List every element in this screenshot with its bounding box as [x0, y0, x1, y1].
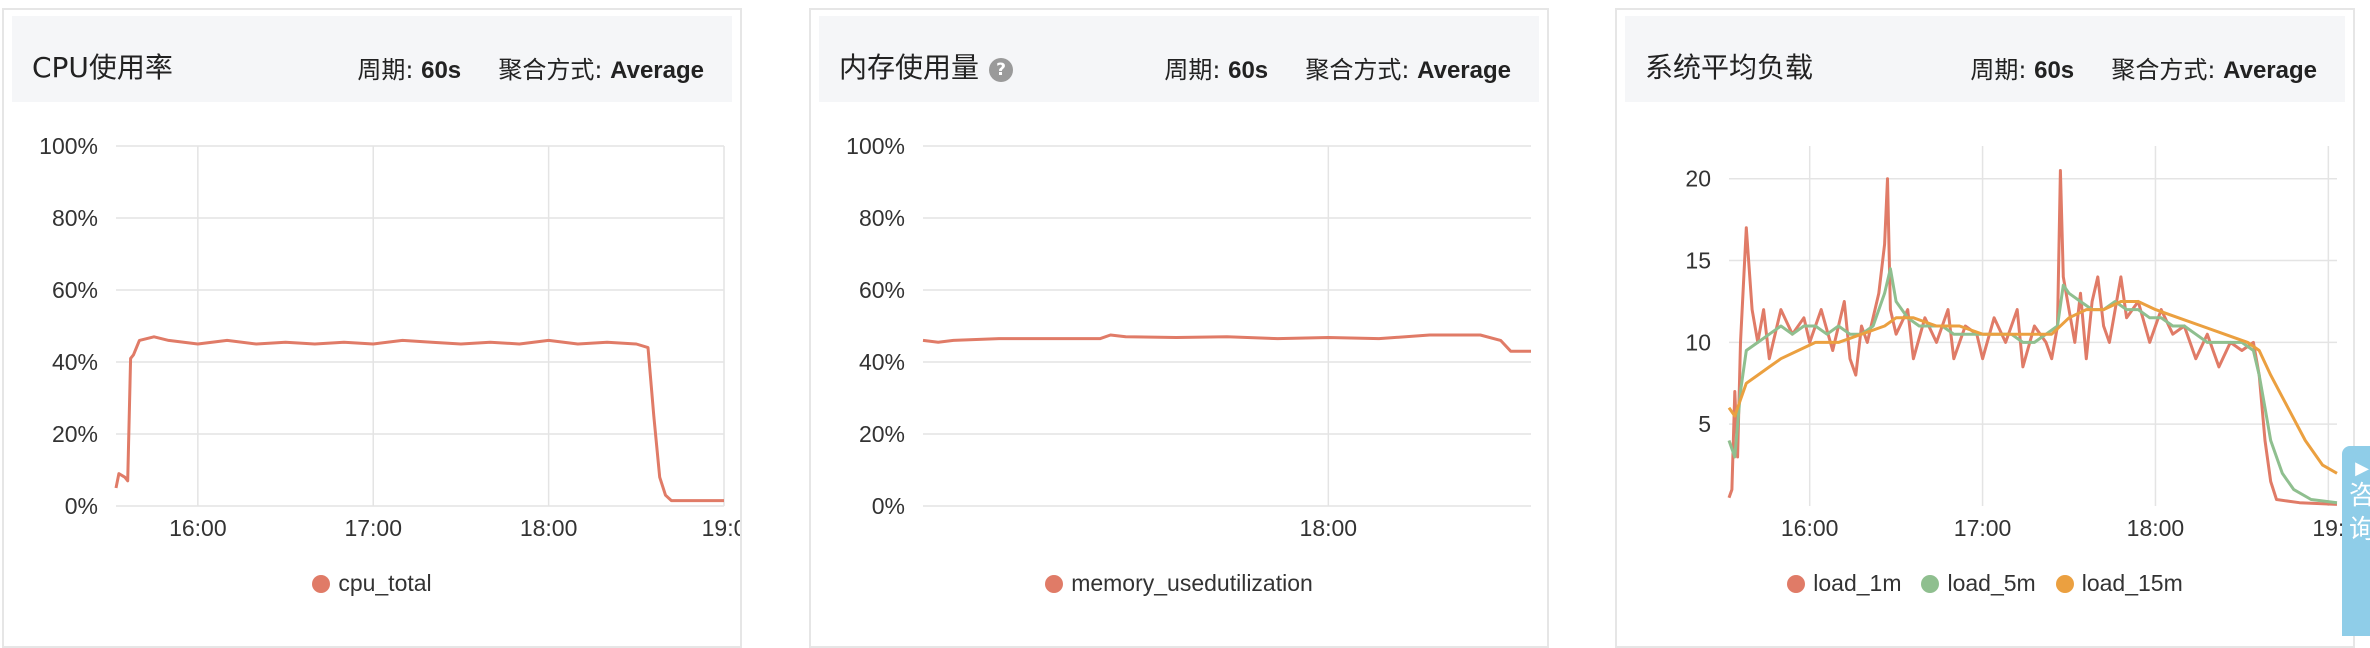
y-tick-label: 80% [52, 205, 98, 231]
period-value: 60s [421, 57, 462, 84]
y-tick-label: 80% [859, 205, 905, 231]
period-label: 周期: [1970, 56, 2027, 84]
legend-label: load_15m [2081, 570, 2183, 596]
consult-char: 询 [2348, 515, 2370, 545]
y-tick-label: 5 [1698, 411, 1711, 437]
period-value: 60s [2034, 57, 2075, 84]
x-tick-label: 17:00 [344, 515, 402, 541]
panel-header: 系统平均负载 周期: 60s 聚合方式: Average [1625, 16, 2345, 102]
panel-title-text: 内存使用量 [839, 51, 980, 84]
y-tick-label: 20% [859, 421, 905, 447]
y-tick-label: 20% [52, 421, 98, 447]
period-label: 周期: [357, 56, 414, 84]
x-tick-label: 16:00 [169, 515, 227, 541]
aggregation-label: 聚合方式: [1305, 56, 1410, 84]
chart-legend: load_1m load_5m load_15m [1617, 570, 2353, 597]
consult-widget[interactable]: ▶ 咨 询 [2342, 446, 2370, 636]
x-tick-label: 18:00 [1300, 515, 1358, 541]
legend-item-load_1m[interactable]: load_1m [1787, 570, 1901, 597]
y-tick-label: 15 [1685, 248, 1711, 274]
panel-meta: 周期: 60s 聚合方式: Average [357, 50, 704, 85]
aggregation-label: 聚合方式: [2111, 56, 2216, 84]
aggregation-value: Average [610, 57, 704, 84]
panel-header: CPU使用率 周期: 60s 聚合方式: Average [12, 16, 732, 102]
memory-usage-chart[interactable]: 100% 80% 60% 40% 20% 0% 18:00 [811, 106, 1547, 556]
legend-dot-icon [1045, 575, 1064, 593]
legend-item-load_15m[interactable]: load_15m [2055, 570, 2183, 597]
legend-label: load_5m [1947, 570, 2036, 596]
legend-dot-icon [1787, 575, 1806, 593]
y-tick-label: 0% [872, 493, 905, 519]
y-tick-label: 100% [846, 133, 905, 159]
cpu-usage-panel: CPU使用率 周期: 60s 聚合方式: Average 100% 80% 60% 4… [2, 8, 742, 648]
x-tick-label: 17:00 [1954, 515, 2012, 541]
system-load-panel: 系统平均负载 周期: 60s 聚合方式: Average 20 15 10 5 16:0… [1615, 8, 2355, 648]
x-tick-label: 18:00 [520, 515, 578, 541]
legend-dot-icon [1921, 575, 1940, 593]
y-tick-label: 20 [1685, 166, 1711, 192]
legend-dot-icon [2055, 575, 2074, 593]
panel-title: 系统平均负载 [1645, 51, 1814, 84]
series-line-load_5m [1727, 267, 2338, 505]
cpu-usage-chart[interactable]: 100% 80% 60% 40% 20% 0% 16:00 17:00 18:00 19:0 [4, 106, 740, 556]
aggregation-value: Average [1417, 57, 1511, 84]
x-tick-label: 16:00 [1781, 515, 1839, 541]
series-line-memory_usedutilization [922, 333, 1531, 353]
legend-label: memory_usedutilization [1071, 570, 1313, 596]
system-load-chart[interactable]: 20 15 10 5 16:00 17:00 18:00 19: [1617, 106, 2353, 556]
aggregation-label: 聚合方式: [498, 56, 603, 84]
x-tick-label: 19:0 [702, 515, 740, 541]
legend-dot-icon [312, 575, 331, 593]
legend-item-memory_usedutilization[interactable]: memory_usedutilization [1045, 570, 1313, 597]
series-line-load_1m [1727, 169, 2338, 506]
period-value: 60s [1228, 57, 1269, 84]
panel-title: 内存使用量? [839, 46, 1014, 86]
legend-label: load_1m [1813, 570, 1902, 596]
y-tick-label: 60% [52, 277, 98, 303]
help-icon[interactable]: ? [989, 58, 1014, 82]
legend-item-cpu_total[interactable]: cpu_total [312, 570, 432, 597]
memory-usage-panel: 内存使用量? 周期: 60s 聚合方式: Average 100% 80% 60% 4… [809, 8, 1549, 648]
y-tick-label: 60% [859, 277, 905, 303]
chart-legend: memory_usedutilization [811, 570, 1547, 597]
y-tick-label: 10 [1685, 329, 1711, 355]
panel-meta: 周期: 60s 聚合方式: Average [1970, 50, 2317, 85]
aggregation-value: Average [2223, 57, 2317, 84]
y-tick-label: 40% [52, 349, 98, 375]
panel-header: 内存使用量? 周期: 60s 聚合方式: Average [819, 16, 1539, 102]
legend-label: cpu_total [338, 570, 432, 596]
chart-legend: cpu_total [4, 570, 740, 597]
chat-icon: ▶ [2355, 458, 2369, 479]
y-tick-label: 40% [859, 349, 905, 375]
panel-title: CPU使用率 [32, 51, 173, 84]
period-label: 周期: [1164, 56, 1221, 84]
y-tick-label: 100% [39, 133, 98, 159]
panel-meta: 周期: 60s 聚合方式: Average [1164, 50, 1511, 85]
consult-char: 咨 [2348, 481, 2370, 511]
legend-item-load_5m[interactable]: load_5m [1921, 570, 2036, 597]
y-tick-label: 0% [65, 493, 98, 519]
x-tick-label: 18:00 [2127, 515, 2185, 541]
x-tick-label: 19: [2312, 515, 2344, 541]
